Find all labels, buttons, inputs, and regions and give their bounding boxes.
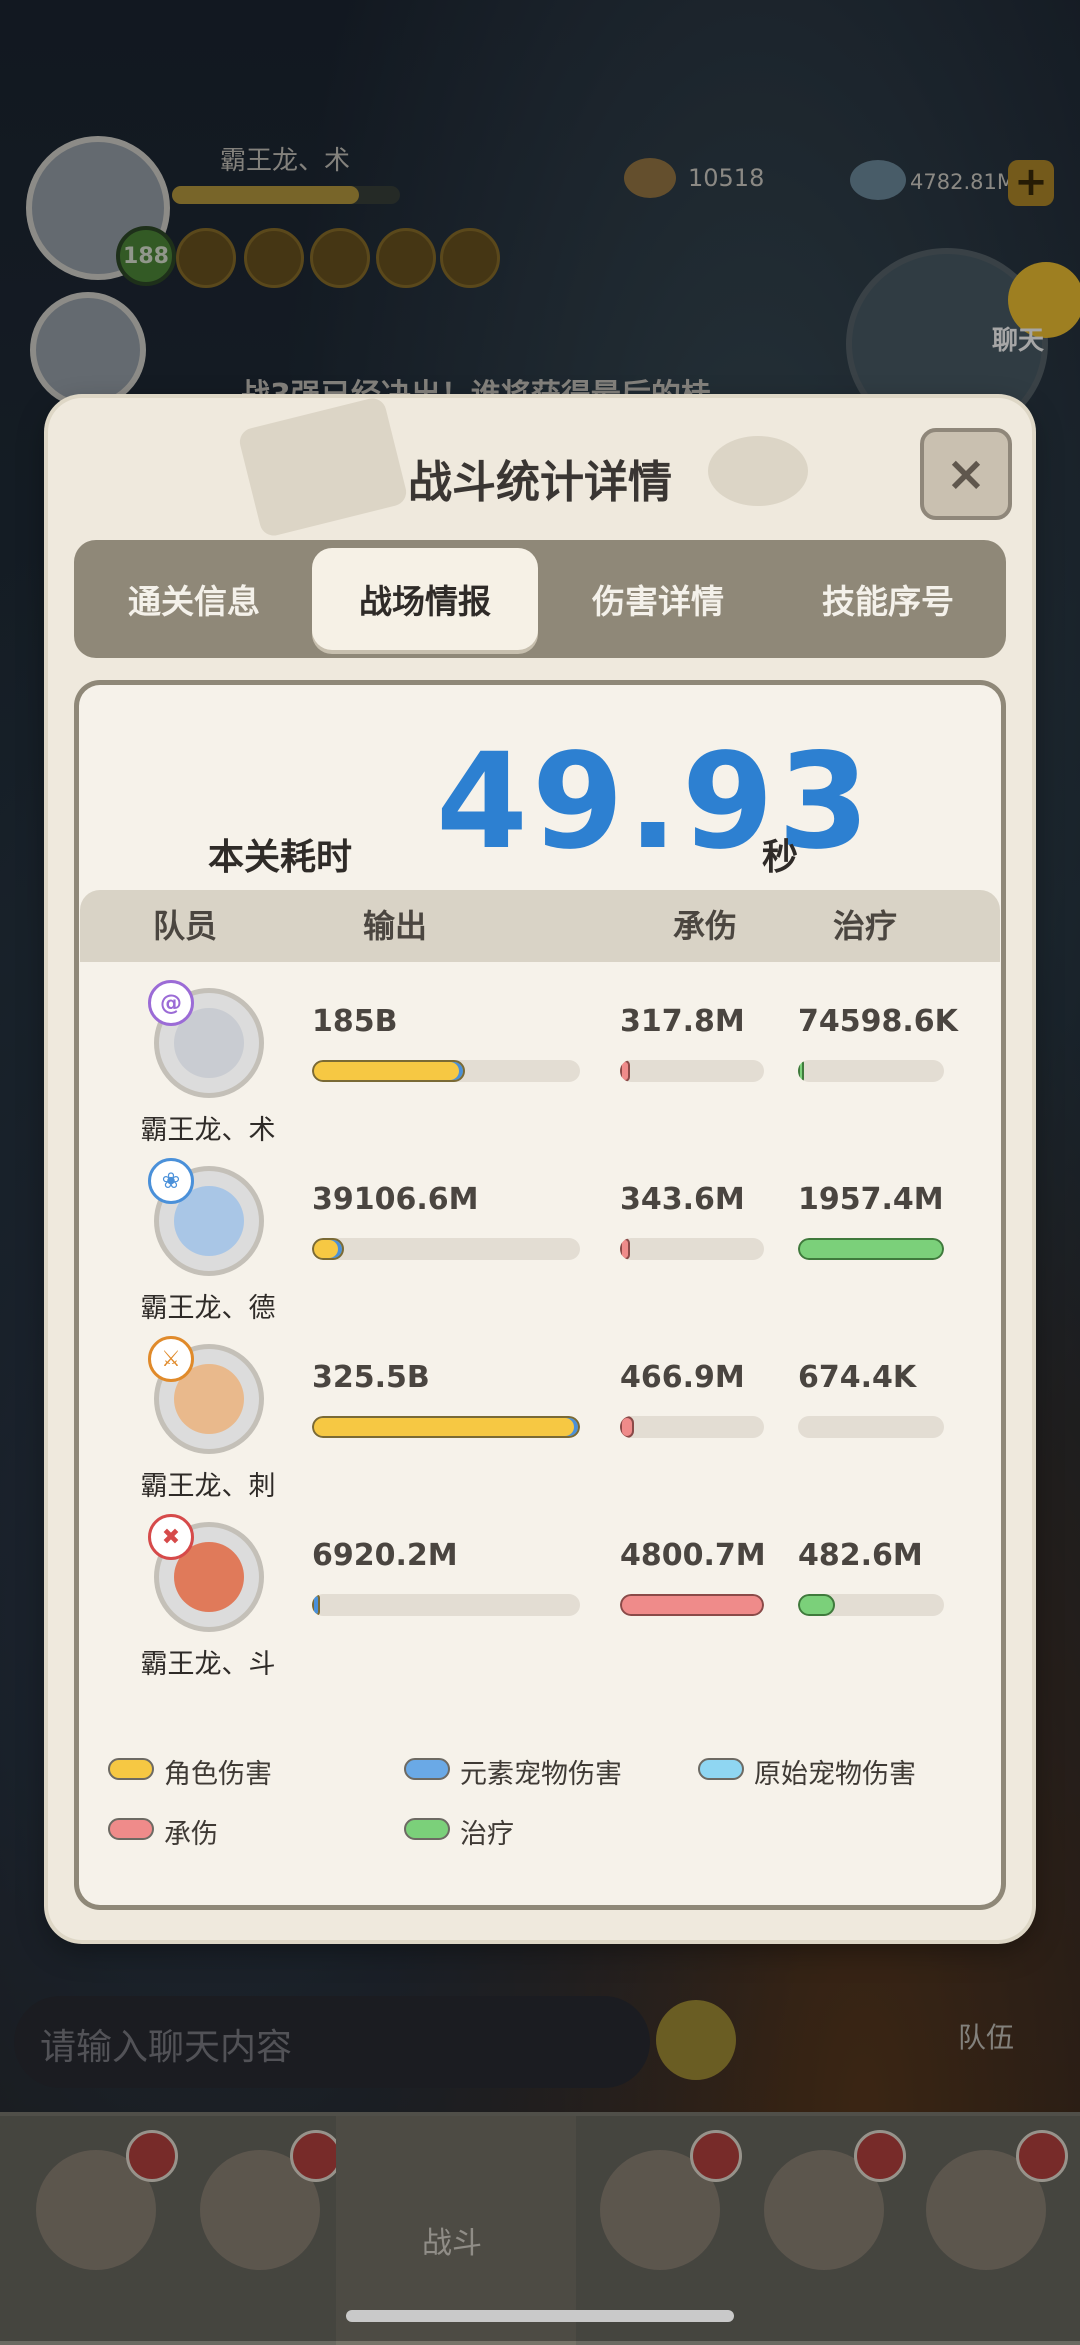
damage-taken-bar-fill bbox=[620, 1594, 764, 1616]
output-bar bbox=[312, 1238, 580, 1260]
legend-swatch bbox=[108, 1758, 154, 1780]
home-indicator[interactable] bbox=[346, 2310, 734, 2322]
clear-time-value: 49.93 bbox=[436, 725, 874, 879]
table-header: 队员 输出 承伤 治疗 bbox=[80, 890, 1000, 962]
damage-taken-value: 4800.7M bbox=[620, 1538, 766, 1573]
time-unit: 秒 bbox=[762, 837, 799, 878]
legend-swatch bbox=[108, 1818, 154, 1840]
member-name: 霸王龙、刺 bbox=[140, 1471, 276, 1502]
healing-value: 482.6M bbox=[798, 1538, 923, 1573]
damage-taken-bar-fill bbox=[620, 1060, 630, 1082]
column-output: 输出 bbox=[362, 907, 427, 945]
tab-skill-order[interactable]: 技能序号 bbox=[778, 540, 998, 658]
tab-clear-info[interactable]: 通关信息 bbox=[84, 540, 304, 658]
output-value: 185B bbox=[312, 1004, 398, 1039]
tab-bar: 通关信息 战场情报 伤害详情 技能序号 bbox=[74, 540, 1006, 658]
member-row: ⚔ 霸王龙、刺 325.5B 466.9M 674.4K bbox=[80, 1336, 1000, 1522]
daggers-icon: ⚔ bbox=[148, 1336, 194, 1382]
leaf-icon: ❀ bbox=[148, 1158, 194, 1204]
legend-label: 元素宠物伤害 bbox=[460, 1759, 622, 1790]
member-row: ❀ 霸王龙、德 39106.6M 343.6M 1957.4M bbox=[80, 1158, 1000, 1344]
legend-swatch bbox=[698, 1758, 744, 1780]
damage-taken-value: 466.9M bbox=[620, 1360, 745, 1395]
damage-taken-bar bbox=[620, 1060, 764, 1082]
swirl-icon: @ bbox=[148, 980, 194, 1026]
legend-label: 原始宠物伤害 bbox=[754, 1759, 916, 1790]
fist-icon: ✖ bbox=[148, 1514, 194, 1560]
legend-swatch bbox=[404, 1818, 450, 1840]
healing-value: 74598.6K bbox=[798, 1004, 958, 1039]
output-value: 325.5B bbox=[312, 1360, 430, 1395]
tab-damage-details[interactable]: 伤害详情 bbox=[548, 540, 768, 658]
damage-taken-bar bbox=[620, 1238, 764, 1260]
time-label: 本关耗时 bbox=[208, 837, 353, 878]
member-name: 霸王龙、德 bbox=[140, 1293, 276, 1324]
healing-bar-fill bbox=[798, 1060, 804, 1082]
output-value: 6920.2M bbox=[312, 1538, 458, 1573]
legend-label: 治疗 bbox=[460, 1819, 514, 1850]
output-bar bbox=[312, 1594, 580, 1616]
healing-value: 1957.4M bbox=[798, 1182, 944, 1217]
close-button[interactable]: × bbox=[920, 428, 1012, 520]
legend-label: 角色伤害 bbox=[164, 1759, 272, 1790]
damage-taken-bar bbox=[620, 1594, 764, 1616]
healing-bar bbox=[798, 1594, 944, 1616]
healing-bar bbox=[798, 1238, 944, 1260]
column-healing: 治疗 bbox=[832, 907, 897, 945]
output-bar-fill bbox=[312, 1060, 465, 1082]
damage-taken-bar-fill bbox=[620, 1416, 634, 1438]
legend-label: 承伤 bbox=[164, 1819, 218, 1850]
legend-swatch bbox=[404, 1758, 450, 1780]
healing-bar bbox=[798, 1416, 944, 1438]
member-name: 霸王龙、术 bbox=[140, 1115, 276, 1146]
damage-taken-bar bbox=[620, 1416, 764, 1438]
dialog-title: 战斗统计详情 bbox=[408, 457, 672, 508]
column-damage-taken: 承伤 bbox=[672, 907, 737, 945]
output-bar-fill bbox=[312, 1238, 345, 1260]
output-value: 39106.6M bbox=[312, 1182, 479, 1217]
member-row: ✖ 霸王龙、斗 6920.2M 4800.7M 482.6M bbox=[80, 1514, 1000, 1700]
healing-bar-fill bbox=[798, 1238, 944, 1260]
output-bar bbox=[312, 1416, 580, 1438]
member-row: @ 霸王龙、术 185B 317.8M 74598.6K bbox=[80, 980, 1000, 1166]
tab-battle-intel[interactable]: 战场情报 bbox=[312, 548, 538, 650]
member-name: 霸王龙、斗 bbox=[140, 1649, 276, 1680]
healing-bar-fill bbox=[798, 1594, 835, 1616]
output-bar bbox=[312, 1060, 580, 1082]
healing-bar bbox=[798, 1060, 944, 1082]
close-icon: × bbox=[945, 446, 987, 502]
output-bar-fill bbox=[312, 1594, 321, 1616]
damage-taken-value: 317.8M bbox=[620, 1004, 745, 1039]
healing-value: 674.4K bbox=[798, 1360, 917, 1395]
damage-taken-bar-fill bbox=[620, 1238, 631, 1260]
column-member: 队员 bbox=[152, 907, 217, 945]
damage-taken-value: 343.6M bbox=[620, 1182, 745, 1217]
output-bar-fill bbox=[312, 1416, 580, 1438]
